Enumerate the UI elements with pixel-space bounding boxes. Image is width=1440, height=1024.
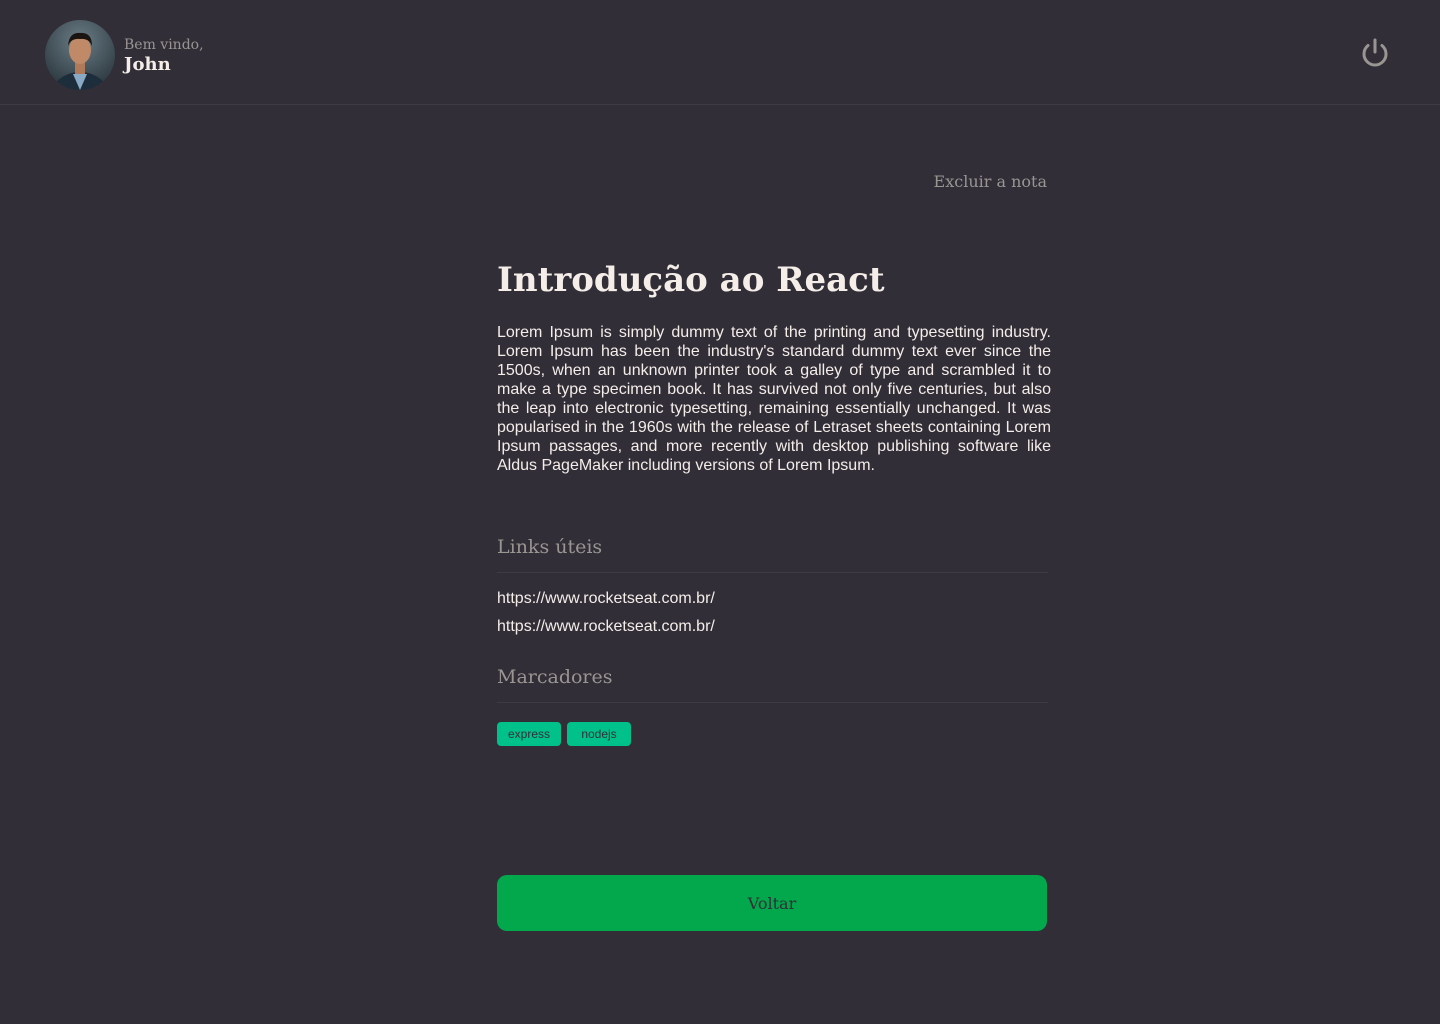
back-button[interactable]: Voltar [497,875,1047,931]
tag-nodejs: nodejs [567,722,631,746]
app-header: Bem vindo, John [0,0,1440,105]
useful-link[interactable]: https://www.rocketseat.com.br/ [497,590,715,608]
tags-section-title: Marcadores [497,666,1048,703]
welcome-block: Bem vindo, John [124,37,204,76]
tag-list: express nodejs [497,722,631,746]
user-avatar[interactable] [45,20,115,90]
user-name[interactable]: John [124,54,204,76]
note-description: Lorem Ipsum is simply dummy text of the … [497,324,1051,474]
links-section-title: Links úteis [497,536,1048,573]
note-title: Introdução ao React [497,260,885,300]
useful-link[interactable]: https://www.rocketseat.com.br/ [497,618,715,636]
power-icon[interactable] [1358,36,1392,70]
tag-express: express [497,722,561,746]
delete-note-link[interactable]: Excluir a nota [900,172,1047,191]
greeting-text: Bem vindo, [124,37,204,53]
